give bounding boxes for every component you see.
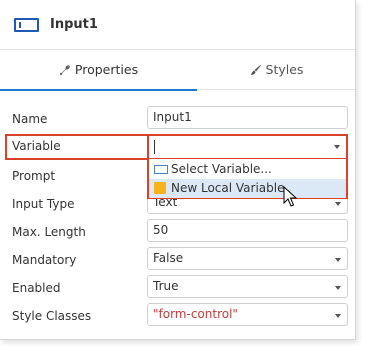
variable-dropdown-menu: Select Variable... New Local Variable <box>147 159 348 199</box>
input-type-label: Input Type <box>12 197 75 211</box>
properties-panel: Input1 Properties Styles Name Input1 Var… <box>0 0 356 340</box>
menu-item-new-local-variable[interactable]: New Local Variable <box>149 179 346 198</box>
enabled-select[interactable]: True <box>147 275 348 298</box>
variable-icon <box>154 165 168 174</box>
name-input[interactable]: Input1 <box>147 106 348 129</box>
menu-item-label: Select Variable... <box>171 162 272 176</box>
wrench-icon <box>59 65 70 76</box>
input-field-icon <box>14 18 39 32</box>
style-classes-select[interactable]: "form-control" <box>147 303 348 326</box>
text-cursor <box>154 140 155 154</box>
chevron-down-icon <box>335 286 341 290</box>
max-length-label: Max. Length <box>12 225 86 239</box>
variable-label-highlight <box>5 134 148 160</box>
brush-icon <box>250 65 261 75</box>
name-label: Name <box>12 112 48 126</box>
mandatory-value: False <box>153 251 184 265</box>
menu-item-select-variable[interactable]: Select Variable... <box>149 160 346 179</box>
chevron-down-icon <box>335 314 341 318</box>
tab-properties-label: Properties <box>74 62 139 77</box>
chevron-down-icon <box>334 145 340 149</box>
chevron-down-icon <box>335 202 341 206</box>
property-row-enabled: Enabled True <box>0 275 355 303</box>
tab-bar: Properties Styles <box>0 50 355 91</box>
enabled-value: True <box>153 279 179 293</box>
chevron-down-icon <box>335 258 341 262</box>
mandatory-select[interactable]: False <box>147 247 348 270</box>
widget-title: Input1 <box>50 17 98 32</box>
tab-styles[interactable]: Styles <box>197 50 355 90</box>
property-row-name: Name Input1 <box>0 106 355 134</box>
style-classes-value: "form-control" <box>153 307 238 321</box>
variable-input[interactable] <box>147 134 348 160</box>
max-length-input[interactable]: 50 <box>147 219 348 242</box>
mouse-pointer-icon <box>283 186 297 207</box>
panel-header: Input1 <box>0 0 355 50</box>
enabled-label: Enabled <box>12 281 61 295</box>
prompt-label: Prompt <box>12 169 56 183</box>
mandatory-label: Mandatory <box>12 253 77 267</box>
property-row-mandatory: Mandatory False <box>0 247 355 275</box>
property-row-style-classes: Style Classes "form-control" <box>0 303 355 331</box>
tab-properties[interactable]: Properties <box>0 50 197 91</box>
property-row-max-length: Max. Length 50 <box>0 219 355 247</box>
tab-styles-label: Styles <box>265 62 304 77</box>
style-classes-label: Style Classes <box>12 309 92 323</box>
menu-item-label: New Local Variable <box>171 181 285 195</box>
local-variable-icon <box>154 182 166 194</box>
